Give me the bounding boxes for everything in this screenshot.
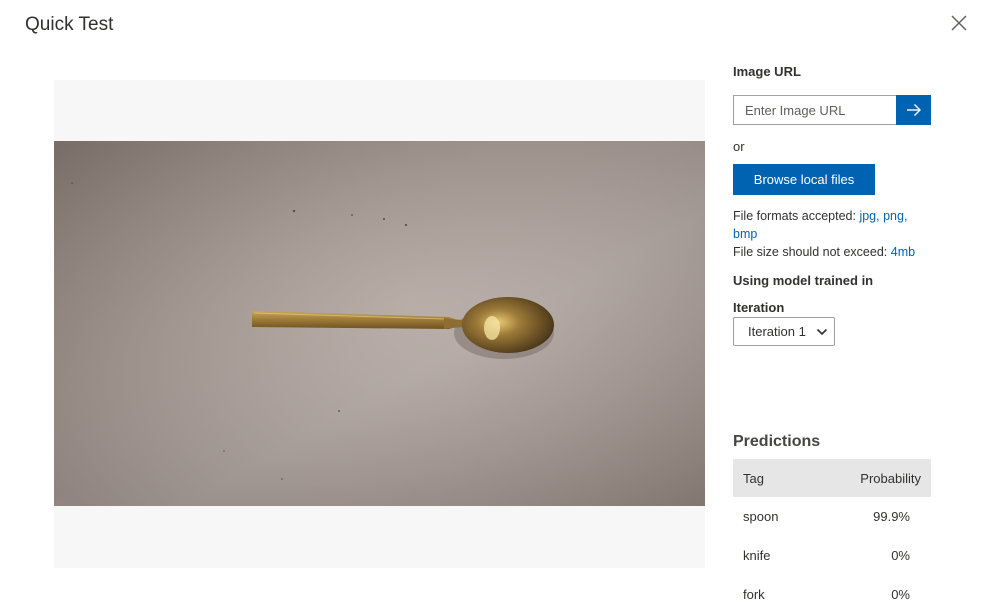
prediction-tag: spoon	[743, 509, 779, 524]
dialog-title: Quick Test	[25, 14, 114, 35]
formats-prefix: File formats accepted:	[733, 209, 856, 223]
column-header-tag: Tag	[743, 470, 764, 486]
using-model-label: Using model trained in	[733, 273, 874, 288]
size-limit-link[interactable]: 4mb	[891, 245, 915, 259]
prediction-tag: knife	[743, 548, 771, 563]
column-header-probability: Probability	[860, 470, 921, 486]
prediction-row: fork 0%	[733, 575, 931, 614]
submit-url-button[interactable]	[896, 95, 931, 125]
predictions-header: Tag Probability	[733, 459, 931, 497]
or-text: or	[733, 139, 745, 154]
close-icon	[951, 15, 967, 31]
image-url-input[interactable]	[733, 95, 896, 125]
iteration-label: Iteration	[733, 300, 785, 315]
format-png-link[interactable]: png,	[883, 209, 907, 223]
file-requirements: File formats accepted: jpg, png, bmp Fil…	[733, 207, 931, 261]
image-url-row	[733, 95, 931, 125]
image-url-label: Image URL	[733, 64, 801, 79]
iteration-selected-value: Iteration 1	[748, 324, 806, 339]
format-bmp-link[interactable]: bmp	[733, 227, 757, 241]
close-button[interactable]	[948, 12, 970, 34]
quick-test-dialog: Quick Test Image URL Enter Image URL or …	[0, 0, 983, 615]
chevron-down-icon	[816, 328, 828, 336]
iteration-select[interactable]: Iteration 1	[733, 317, 835, 346]
format-jpg-link[interactable]: jpg,	[859, 209, 879, 223]
prediction-probability: 99.9%	[873, 509, 910, 524]
browse-local-files-button[interactable]: Browse local files	[733, 164, 875, 195]
test-image	[54, 141, 705, 506]
image-preview	[54, 80, 705, 568]
prediction-probability: 0%	[891, 587, 910, 602]
prediction-row: spoon 99.9%	[733, 497, 931, 536]
prediction-tag: fork	[743, 587, 765, 602]
prediction-row: knife 0%	[733, 536, 931, 575]
size-prefix: File size should not exceed:	[733, 245, 888, 259]
predictions-table: Tag Probability spoon 99.9% knife 0% for…	[733, 459, 931, 614]
predictions-title: Predictions	[733, 433, 821, 450]
arrow-right-icon	[906, 104, 921, 116]
prediction-probability: 0%	[891, 548, 910, 563]
